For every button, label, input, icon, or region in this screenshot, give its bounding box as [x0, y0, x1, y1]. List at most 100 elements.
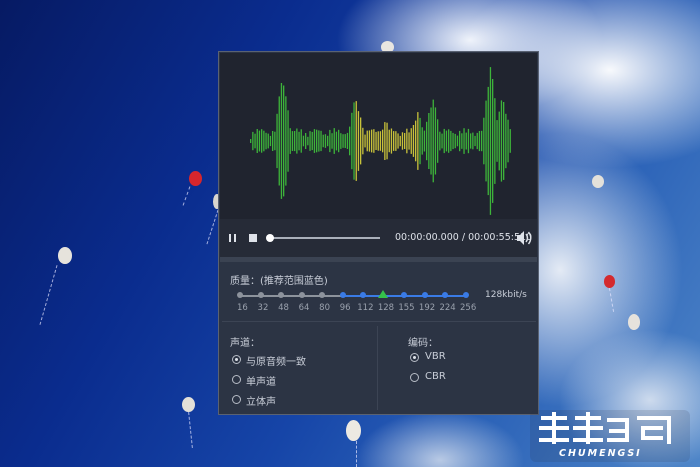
waveform-bar	[371, 129, 373, 153]
waveform-bar	[338, 129, 340, 153]
waveform-bar	[417, 112, 419, 170]
quality-step-dot[interactable]	[421, 292, 428, 298]
waveform-bar	[465, 132, 467, 150]
quality-step-dot[interactable]	[463, 292, 469, 298]
waveform-bar	[322, 134, 324, 148]
waveform-bar	[333, 128, 335, 154]
encoding-label: 编码：	[408, 338, 438, 349]
waveform-bar	[362, 127, 364, 155]
waveform-bar	[331, 133, 333, 149]
waveform-bar	[320, 130, 322, 152]
quality-step-dot[interactable]	[237, 292, 243, 298]
quality-tick-label: 80	[319, 303, 330, 313]
waveform-bar	[445, 130, 448, 152]
waveform-bar	[353, 102, 355, 180]
waveform-bar	[313, 129, 316, 153]
waveform-bar	[503, 102, 505, 180]
encoding-option-vbr[interactable]: VBR	[425, 351, 446, 362]
waveform-bar	[406, 128, 408, 154]
waveform-bar	[373, 129, 375, 153]
waveform-bar	[278, 96, 280, 186]
waveform-bar	[452, 132, 454, 150]
waveform-bar	[360, 117, 362, 165]
pause-icon[interactable]	[229, 234, 236, 242]
waveform-bar	[483, 117, 485, 165]
quality-step-dot[interactable]	[257, 292, 264, 298]
waveform-bar	[309, 131, 311, 151]
progress-handle[interactable]	[266, 234, 274, 242]
quality-selected-marker[interactable]	[378, 290, 388, 299]
time-total: 00:00:55:510	[468, 232, 533, 243]
quality-tick-label: 64	[298, 303, 310, 313]
quality-tick-label: 32	[257, 303, 269, 313]
waveform-bar	[456, 135, 459, 147]
logo-wordmark: CHUMENGSI	[559, 448, 642, 459]
waveform-bar	[351, 112, 353, 170]
channel-radio-original[interactable]	[232, 355, 241, 364]
waveform-bar	[507, 119, 509, 163]
quality-step-dot[interactable]	[298, 292, 305, 298]
quality-tick-label: 192	[418, 303, 436, 313]
waveform-bar	[492, 79, 494, 203]
waveform-bar	[375, 131, 377, 150]
progress-track[interactable]	[270, 237, 380, 239]
waveform-bar	[434, 107, 437, 175]
waveform-bar	[478, 131, 481, 152]
section-divider	[222, 321, 536, 322]
waveform-bar	[399, 135, 401, 147]
channel-radio-mono[interactable]	[232, 375, 241, 384]
waveform-bar	[432, 99, 434, 183]
waveform-bar	[476, 132, 478, 150]
waveform-bar	[254, 133, 256, 149]
waveform-bar	[285, 96, 287, 186]
waveform-bar	[379, 131, 382, 151]
balloon-red-right	[604, 275, 615, 288]
waveform-bar	[252, 131, 254, 151]
stop-icon[interactable]	[249, 234, 257, 242]
waveform-bar	[305, 133, 307, 149]
encoding-option-cbr[interactable]: CBR	[425, 371, 446, 382]
waveform-bar	[415, 120, 417, 162]
waveform-bar	[384, 122, 386, 160]
quality-step-dot[interactable]	[339, 292, 346, 298]
balloon-white-left	[58, 247, 72, 264]
encoding-radio-vbr[interactable]	[410, 353, 419, 362]
quality-tick-label: 96	[339, 303, 351, 313]
waveform-bar	[390, 128, 393, 154]
waveform-bar	[344, 134, 346, 148]
waveform-bar	[472, 132, 474, 150]
waveform-bar	[327, 135, 329, 147]
waveform-bar	[470, 133, 472, 149]
waveform-bar	[485, 100, 487, 182]
quality-tick-label: 16	[237, 303, 248, 313]
waveform-bar	[316, 129, 318, 153]
balloon-red-left	[189, 171, 202, 186]
encoding-radio-cbr[interactable]	[410, 373, 419, 382]
time-display: 00:00:00.000 / 00:00:55:510	[395, 232, 532, 243]
waveform-bar	[448, 129, 450, 153]
waveform-bar	[509, 129, 511, 153]
waveform-bar	[481, 130, 483, 152]
waveform-bar	[461, 133, 463, 149]
waveform-bar	[421, 127, 423, 155]
waveform-bar	[500, 100, 503, 182]
waveform-bar	[437, 119, 439, 163]
waveform-bar	[505, 113, 507, 169]
waveform-bar	[412, 125, 415, 157]
waveform-bar	[311, 131, 313, 151]
channel-option-mono[interactable]: 单声道	[246, 373, 276, 388]
waveform-bar	[368, 130, 371, 152]
channel-option-stereo[interactable]: 立体声	[246, 393, 276, 408]
channel-radio-stereo[interactable]	[232, 395, 241, 404]
waveform-bar	[496, 120, 498, 162]
channel-option-original[interactable]: 与原音频一致	[246, 353, 306, 368]
waveform-bar	[340, 133, 342, 149]
waveform-bar	[318, 130, 320, 152]
waveform-bar	[441, 133, 443, 149]
column-divider	[377, 326, 378, 410]
waveform-bar	[291, 131, 294, 151]
waveform-bar	[423, 130, 426, 152]
waveform-bar	[388, 129, 390, 153]
waveform-bar	[296, 128, 298, 154]
quality-value: 128kbit/s	[485, 290, 527, 300]
